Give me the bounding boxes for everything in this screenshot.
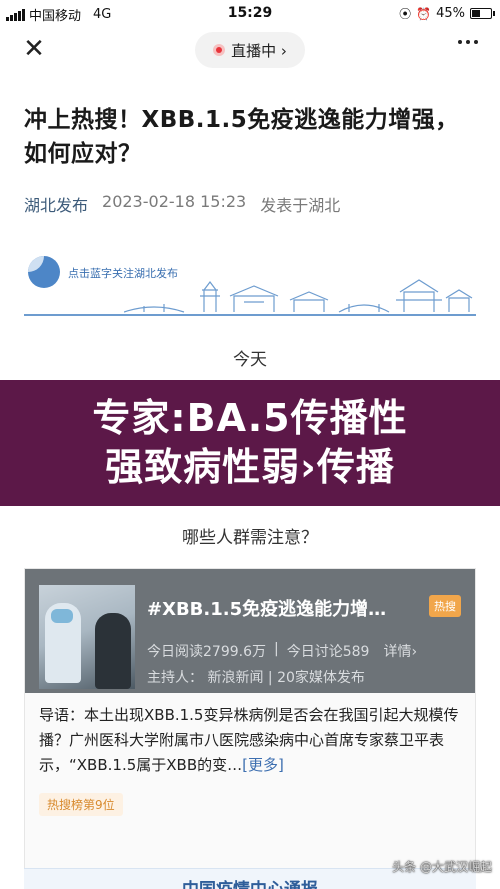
- nav-bar: ✕ 直播中 ›: [0, 28, 500, 74]
- topic-details-link[interactable]: 详情›: [383, 641, 417, 661]
- location-icon: ⦿: [399, 7, 412, 21]
- status-right: ⦿ ⏰ 45%: [399, 5, 495, 22]
- publish-location: 发表于湖北: [260, 196, 341, 215]
- close-icon[interactable]: ✕: [22, 36, 46, 62]
- overlay-line-1: 专家:BA.5传播性: [92, 396, 408, 440]
- overlay-line-2: 强致病性弱›传播: [105, 445, 395, 489]
- topic-discussions: 今日讨论589: [286, 644, 370, 660]
- more-link[interactable]: [更多]: [242, 756, 284, 774]
- banner-divider: [24, 314, 476, 316]
- rank-badge[interactable]: 热搜榜第9位: [39, 793, 123, 816]
- more-dots-icon[interactable]: [458, 40, 478, 44]
- author-link[interactable]: 湖北发布: [24, 192, 88, 216]
- topic-image-figure: [95, 613, 131, 689]
- bottom-banner-text: 中国疫情中心通报: [24, 875, 476, 889]
- hot-badge: 热搜: [429, 595, 461, 617]
- today-label: 今天: [233, 350, 267, 370]
- topic-card[interactable]: #XBB.1.5免疫逃逸能力增… 热搜 今日阅读2799.6万 | 今日讨论58…: [24, 568, 476, 889]
- topic-image-visor: [51, 609, 73, 623]
- publish-datetime: 2023-02-18 15:23: [102, 192, 247, 211]
- topic-reads: 今日阅读2799.6万: [147, 644, 266, 660]
- topic-title: #XBB.1.5免疫逃逸能力增…: [147, 599, 387, 620]
- follow-banner[interactable]: 点击蓝字关注湖北发布: [24, 246, 476, 322]
- live-label: 直播中 ›: [231, 41, 287, 60]
- alarm-icon: ⏰: [416, 6, 432, 21]
- topic-host: 主持人： 新浪新闻 | 20家媒体发布: [147, 670, 365, 686]
- topic-separator: |: [274, 641, 279, 657]
- live-button[interactable]: 直播中 ›: [195, 32, 305, 68]
- topic-stats: 今日阅读2799.6万 | 今日讨论589 详情›: [147, 641, 417, 661]
- topic-image: [39, 585, 135, 689]
- skyline-illustration: [124, 279, 473, 313]
- topic-intro: 导语：本土出现XBB.1.5变异株病例是否会在我国引起大规模传播？广州医科大学附…: [39, 703, 463, 778]
- topic-card-header: #XBB.1.5免疫逃逸能力增… 热搜 今日阅读2799.6万 | 今日讨论58…: [25, 569, 475, 693]
- live-dot-icon: [213, 44, 226, 56]
- status-bar: 中国移动 4G 15:29 ⦿ ⏰ 45%: [0, 0, 500, 26]
- battery-percent: 45%: [436, 6, 465, 21]
- headline-overlay: 专家:BA.5传播性 强致病性弱›传播: [0, 380, 500, 506]
- question-heading: 哪些人群需注意？: [182, 528, 318, 548]
- article-meta: 湖北发布 2023-02-18 15:23 发表于湖北: [24, 192, 340, 216]
- battery-fill: [472, 10, 480, 17]
- article-title: 冲上热搜！XBB.1.5免疫逃逸能力增强，如何应对？: [24, 107, 459, 167]
- banner-logo-icon: [28, 256, 60, 288]
- watermark: 头条 @大武汉崛起: [392, 860, 492, 874]
- battery-icon: [470, 8, 495, 19]
- overlay-text: 专家:BA.5传播性 强致病性弱›传播: [0, 394, 500, 492]
